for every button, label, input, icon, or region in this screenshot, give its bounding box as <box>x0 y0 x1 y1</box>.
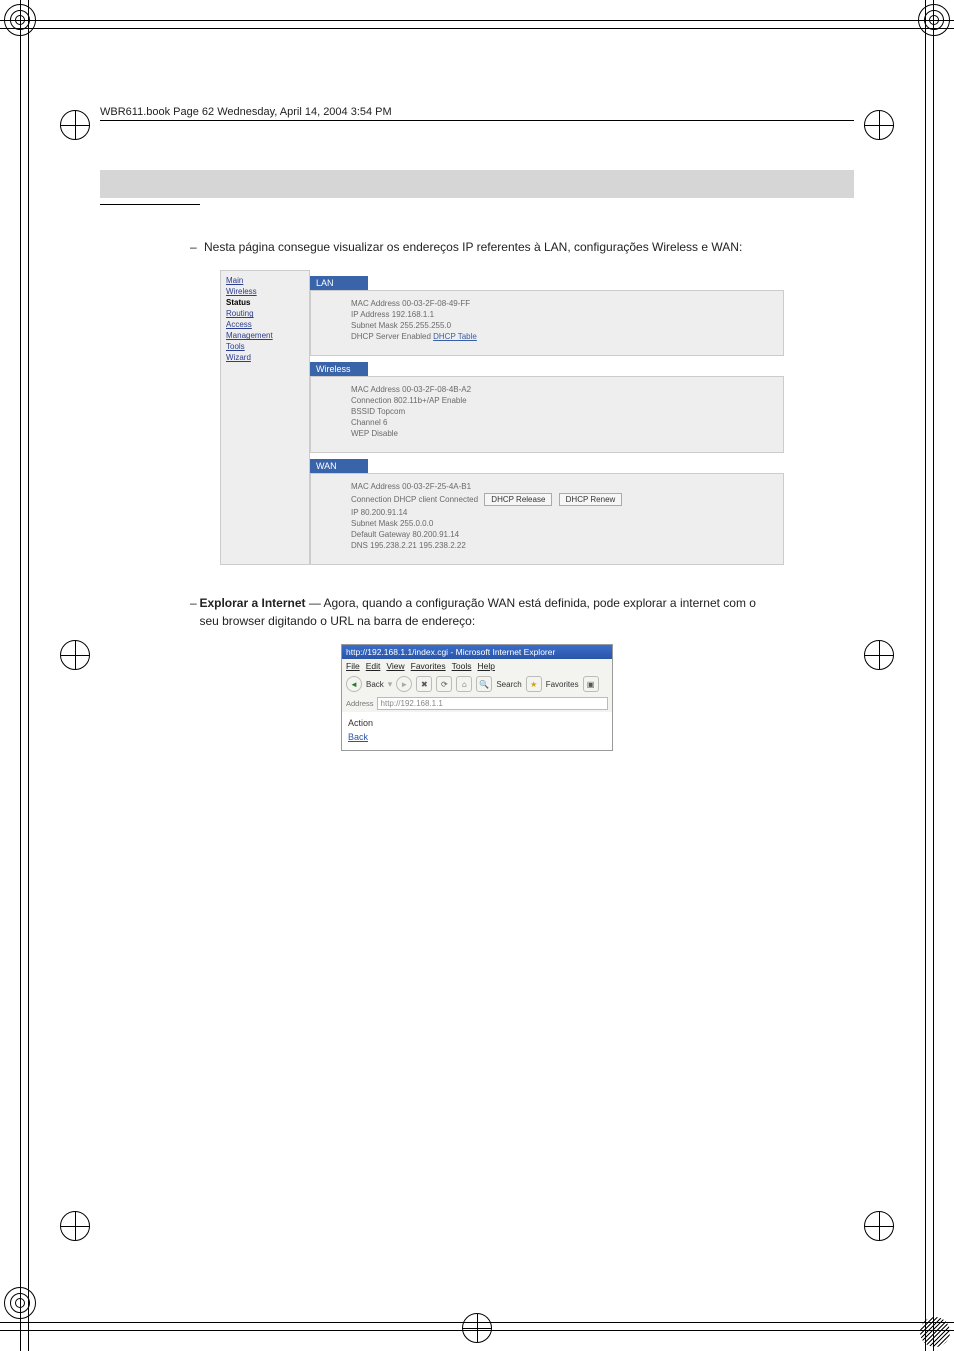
stop-icon[interactable]: ✖ <box>416 676 432 692</box>
wifi-conn-value: 802.11b+/AP Enable <box>394 396 467 405</box>
dhcp-table-link[interactable]: DHCP Table <box>433 332 477 341</box>
sidebar-item-main[interactable]: Main <box>221 275 309 286</box>
favorites-icon[interactable]: ★ <box>526 676 542 692</box>
crosshair-icon <box>462 1313 492 1343</box>
wifi-channel-value: 6 <box>383 418 387 427</box>
grey-bar <box>100 170 854 198</box>
lan-ip-label: IP Address <box>351 310 390 319</box>
section-lan: MAC Address 00-03-2F-08-49-FF IP Address… <box>310 290 784 356</box>
browser-toolbar: ◄ Back ▾ ► ✖ ⟳ ⌂ 🔍 Search ★ Favorites ▣ <box>342 673 612 695</box>
address-bar: Address http://192.168.1.1 <box>342 695 612 712</box>
media-icon[interactable]: ▣ <box>583 676 599 692</box>
wan-conn-label: Connection <box>351 495 391 504</box>
wan-mac-label: MAC Address <box>351 482 400 491</box>
browser-title: http://192.168.1.1/index.cgi - Microsoft… <box>346 647 555 657</box>
browser-screenshot: http://192.168.1.1/index.cgi - Microsoft… <box>341 644 613 751</box>
wifi-bssid-value: Topcom <box>377 407 405 416</box>
crosshair-icon <box>60 1211 90 1241</box>
search-label[interactable]: Search <box>496 680 521 689</box>
wifi-mac-label: MAC Address <box>351 385 400 394</box>
lan-subnet-label: Subnet Mask <box>351 321 398 330</box>
refresh-icon[interactable]: ⟳ <box>436 676 452 692</box>
crosshair-icon <box>864 110 894 140</box>
wifi-mac-value: 00-03-2F-08-4B-A2 <box>402 385 471 394</box>
corner-lines-icon <box>920 1317 950 1347</box>
browser-menubar[interactable]: File Edit View Favorites Tools Help <box>342 659 612 673</box>
back-icon[interactable]: ◄ <box>346 676 362 692</box>
favorites-label[interactable]: Favorites <box>546 680 579 689</box>
crosshair-icon <box>864 640 894 670</box>
sidebar-item-routing[interactable]: Routing <box>221 308 309 319</box>
search-icon[interactable]: 🔍 <box>476 676 492 692</box>
crosshair-icon <box>60 110 90 140</box>
sidebar-item-wizard[interactable]: Wizard <box>221 352 309 363</box>
sidebar-item-wireless[interactable]: Wireless <box>221 286 309 297</box>
page-header: WBR611.book Page 62 Wednesday, April 14,… <box>100 106 398 118</box>
lan-subnet-value: 255.255.255.0 <box>400 321 451 330</box>
lan-mac-label: MAC Address <box>351 299 400 308</box>
menu-favorites[interactable]: Favorites <box>411 661 446 671</box>
wan-ip-value: 80.200.91.14 <box>361 508 408 517</box>
dhcp-release-button[interactable]: DHCP Release <box>484 493 552 506</box>
wifi-channel-label: Channel <box>351 418 381 427</box>
menu-tools[interactable]: Tools <box>452 661 472 671</box>
menu-view[interactable]: View <box>386 661 404 671</box>
underline <box>100 204 200 205</box>
sidebar-item-status[interactable]: Status <box>221 297 309 308</box>
bullet-icon: – <box>190 239 204 256</box>
page-body: Action Back <box>342 712 612 750</box>
router-sidebar: Main Wireless Status Routing Access Mana… <box>220 270 310 565</box>
lan-dhcp-label: DHCP Server Enabled <box>351 332 431 341</box>
wan-dns-label: DNS <box>351 541 368 550</box>
wifi-wep-value: Disable <box>371 429 398 438</box>
paragraph-2-head: Explorar a Internet <box>199 596 305 610</box>
wan-subnet-value: 255.0.0.0 <box>400 519 433 528</box>
paragraph-1: Nesta página consegue visualizar os ende… <box>204 239 742 256</box>
crosshair-icon <box>60 640 90 670</box>
section-title-wireless: Wireless <box>310 362 368 376</box>
corner-spiral-icon <box>4 1287 36 1319</box>
address-label: Address <box>346 699 374 708</box>
sidebar-item-tools[interactable]: Tools <box>221 341 309 352</box>
paragraph-2: Explorar a Internet — Agora, quando a co… <box>199 595 764 630</box>
menu-edit[interactable]: Edit <box>366 661 381 671</box>
corner-spiral-icon <box>918 4 950 36</box>
router-status-screenshot: Main Wireless Status Routing Access Mana… <box>220 270 784 565</box>
forward-icon[interactable]: ► <box>396 676 412 692</box>
bullet-icon: – <box>190 595 199 630</box>
lan-ip-value: 192.168.1.1 <box>392 310 434 319</box>
sidebar-item-management[interactable]: Management <box>221 330 309 341</box>
wan-mac-value: 00-03-2F-25-4A-B1 <box>402 482 471 491</box>
wan-subnet-label: Subnet Mask <box>351 519 398 528</box>
section-title-wan: WAN <box>310 459 368 473</box>
menu-help[interactable]: Help <box>477 661 494 671</box>
sidebar-item-access[interactable]: Access <box>221 319 309 330</box>
address-field[interactable]: http://192.168.1.1 <box>377 697 608 710</box>
lan-mac-value: 00-03-2F-08-49-FF <box>402 299 470 308</box>
wifi-wep-label: WEP <box>351 429 369 438</box>
wan-ip-label: IP <box>351 508 358 517</box>
wan-dns-value: 195.238.2.21 195.238.2.22 <box>370 541 466 550</box>
back-link[interactable]: Back <box>348 732 368 742</box>
section-wireless: MAC Address 00-03-2F-08-4B-A2 Connection… <box>310 376 784 453</box>
section-title-lan: LAN <box>310 276 368 290</box>
wan-gw-label: Default Gateway <box>351 530 410 539</box>
dhcp-renew-button[interactable]: DHCP Renew <box>559 493 623 506</box>
wifi-bssid-label: BSSID <box>351 407 375 416</box>
section-wan: MAC Address 00-03-2F-25-4A-B1 Connection… <box>310 473 784 565</box>
crosshair-icon <box>864 1211 894 1241</box>
home-icon[interactable]: ⌂ <box>456 676 472 692</box>
wan-conn-value: DHCP client Connected <box>394 495 478 504</box>
wifi-conn-label: Connection <box>351 396 391 405</box>
wan-gw-value: 80.200.91.14 <box>412 530 459 539</box>
corner-spiral-icon <box>4 4 36 36</box>
back-label[interactable]: Back <box>366 680 384 689</box>
menu-file[interactable]: File <box>346 661 360 671</box>
browser-titlebar: http://192.168.1.1/index.cgi - Microsoft… <box>342 645 612 659</box>
action-label: Action <box>348 718 606 728</box>
